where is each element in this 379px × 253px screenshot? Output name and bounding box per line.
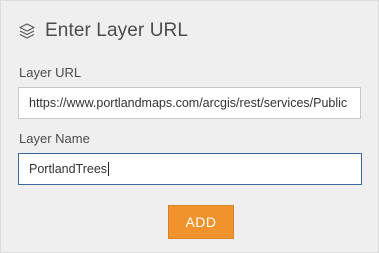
layer-url-label: Layer URL <box>19 65 82 80</box>
layer-name-input[interactable]: PortlandTrees <box>18 153 362 185</box>
panel-header: Enter Layer URL <box>18 18 188 44</box>
panel-title: Enter Layer URL <box>45 20 189 41</box>
enter-layer-url-panel: Enter Layer URL Layer URL https://www.po… <box>0 0 379 253</box>
text-caret <box>108 162 110 176</box>
layers-icon <box>18 22 36 40</box>
layer-url-input[interactable]: https://www.portlandmaps.com/arcgis/rest… <box>18 87 361 119</box>
layer-url-value: https://www.portlandmaps.com/arcgis/rest… <box>29 96 348 110</box>
add-button[interactable]: ADD <box>168 205 234 239</box>
layer-name-label: Layer Name <box>19 131 90 146</box>
layer-name-value: PortlandTrees <box>29 162 108 176</box>
